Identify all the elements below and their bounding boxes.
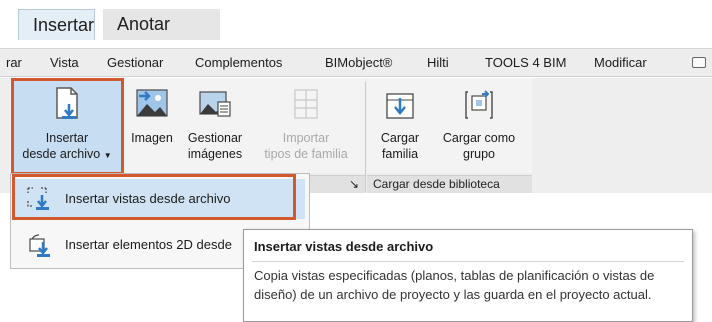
- ribbon-tab-gestionar[interactable]: Gestionar: [107, 55, 163, 70]
- load-as-group-label-1: Cargar como: [442, 131, 516, 145]
- manage-images-button[interactable]: Gestionar imágenes: [180, 78, 250, 173]
- insert-2d-icon: [29, 234, 50, 257]
- ribbon-tab-complementos[interactable]: Complementos: [195, 55, 282, 70]
- import-family-types-label-2: tipos de familia: [264, 147, 348, 161]
- panel-empty: [534, 78, 712, 173]
- load-family-icon: [386, 93, 414, 119]
- insert-from-file-button[interactable]: Insertar desde archivo ▼: [13, 78, 121, 173]
- import-family-types-button[interactable]: Importar tipos de familia: [252, 78, 360, 173]
- ribbon-tab-rar[interactable]: rar: [6, 55, 22, 70]
- tooltip-divider: [252, 261, 684, 262]
- panel-separator: [365, 82, 366, 192]
- menu-item-insert-views[interactable]: Insertar vistas desde archivo: [15, 179, 305, 219]
- load-family-label-2: familia: [381, 147, 419, 161]
- manage-images-label-2: imágenes: [187, 147, 243, 161]
- import-family-types-icon: [294, 89, 318, 119]
- ribbon-tab-hilti[interactable]: Hilti: [427, 55, 449, 70]
- ribbon-tab-vista[interactable]: Vista: [50, 55, 79, 70]
- tooltip-body: Copia vistas especificadas (planos, tabl…: [254, 268, 655, 302]
- expand-arrow-icon: ↘: [348, 177, 359, 191]
- ribbon-tab-modificar[interactable]: Modificar: [594, 55, 647, 70]
- load-as-group-label-2: grupo: [463, 147, 495, 161]
- tooltip: Insertar vistas desde archivo Copia vist…: [243, 229, 693, 322]
- load-family-button[interactable]: Cargar familia: [372, 78, 428, 173]
- ribbon-tab-strip: rar Vista Gestionar Complementos BIMobje…: [0, 48, 712, 77]
- insert-from-file-label-1: Insertar: [45, 131, 89, 145]
- load-as-group-button[interactable]: Cargar como grupo: [430, 78, 528, 173]
- ribbon-tab-tools4bim[interactable]: TOOLS 4 BIM: [485, 55, 566, 70]
- ribbon-minimize-icon[interactable]: [692, 57, 706, 68]
- insert-from-file-label-2: desde archivo ▼: [22, 147, 112, 161]
- ribbon-tab-bimobject[interactable]: BIMobject®: [325, 55, 392, 70]
- insert-views-icon: [27, 187, 49, 210]
- tooltip-title: Insertar vistas desde archivo: [254, 239, 434, 254]
- menu-item-insert-views-label: Insertar vistas desde archivo: [65, 191, 231, 206]
- chevron-down-icon: ▼: [103, 151, 112, 160]
- image-label: Imagen: [131, 131, 173, 145]
- load-as-group-icon: [465, 90, 493, 119]
- image-button[interactable]: Imagen: [126, 78, 178, 173]
- document-insert-icon: [56, 87, 78, 119]
- panel-expand-arrow[interactable]: ↘: [310, 175, 365, 193]
- load-family-label-1: Cargar: [380, 131, 420, 145]
- menu-item-insert-2d-label: Insertar elementos 2D desde: [65, 237, 232, 252]
- import-family-types-label-1: Importar: [282, 131, 330, 145]
- manage-images-icon: [199, 91, 231, 117]
- tab-insertar[interactable]: Insertar: [18, 9, 95, 40]
- panel-label-cargar: Cargar desde biblioteca: [367, 175, 532, 193]
- tab-anotar[interactable]: Anotar: [103, 9, 220, 40]
- image-icon: [136, 89, 168, 117]
- manage-images-label-1: Gestionar: [187, 131, 243, 145]
- top-tab-bar: Insertar Anotar: [0, 0, 712, 44]
